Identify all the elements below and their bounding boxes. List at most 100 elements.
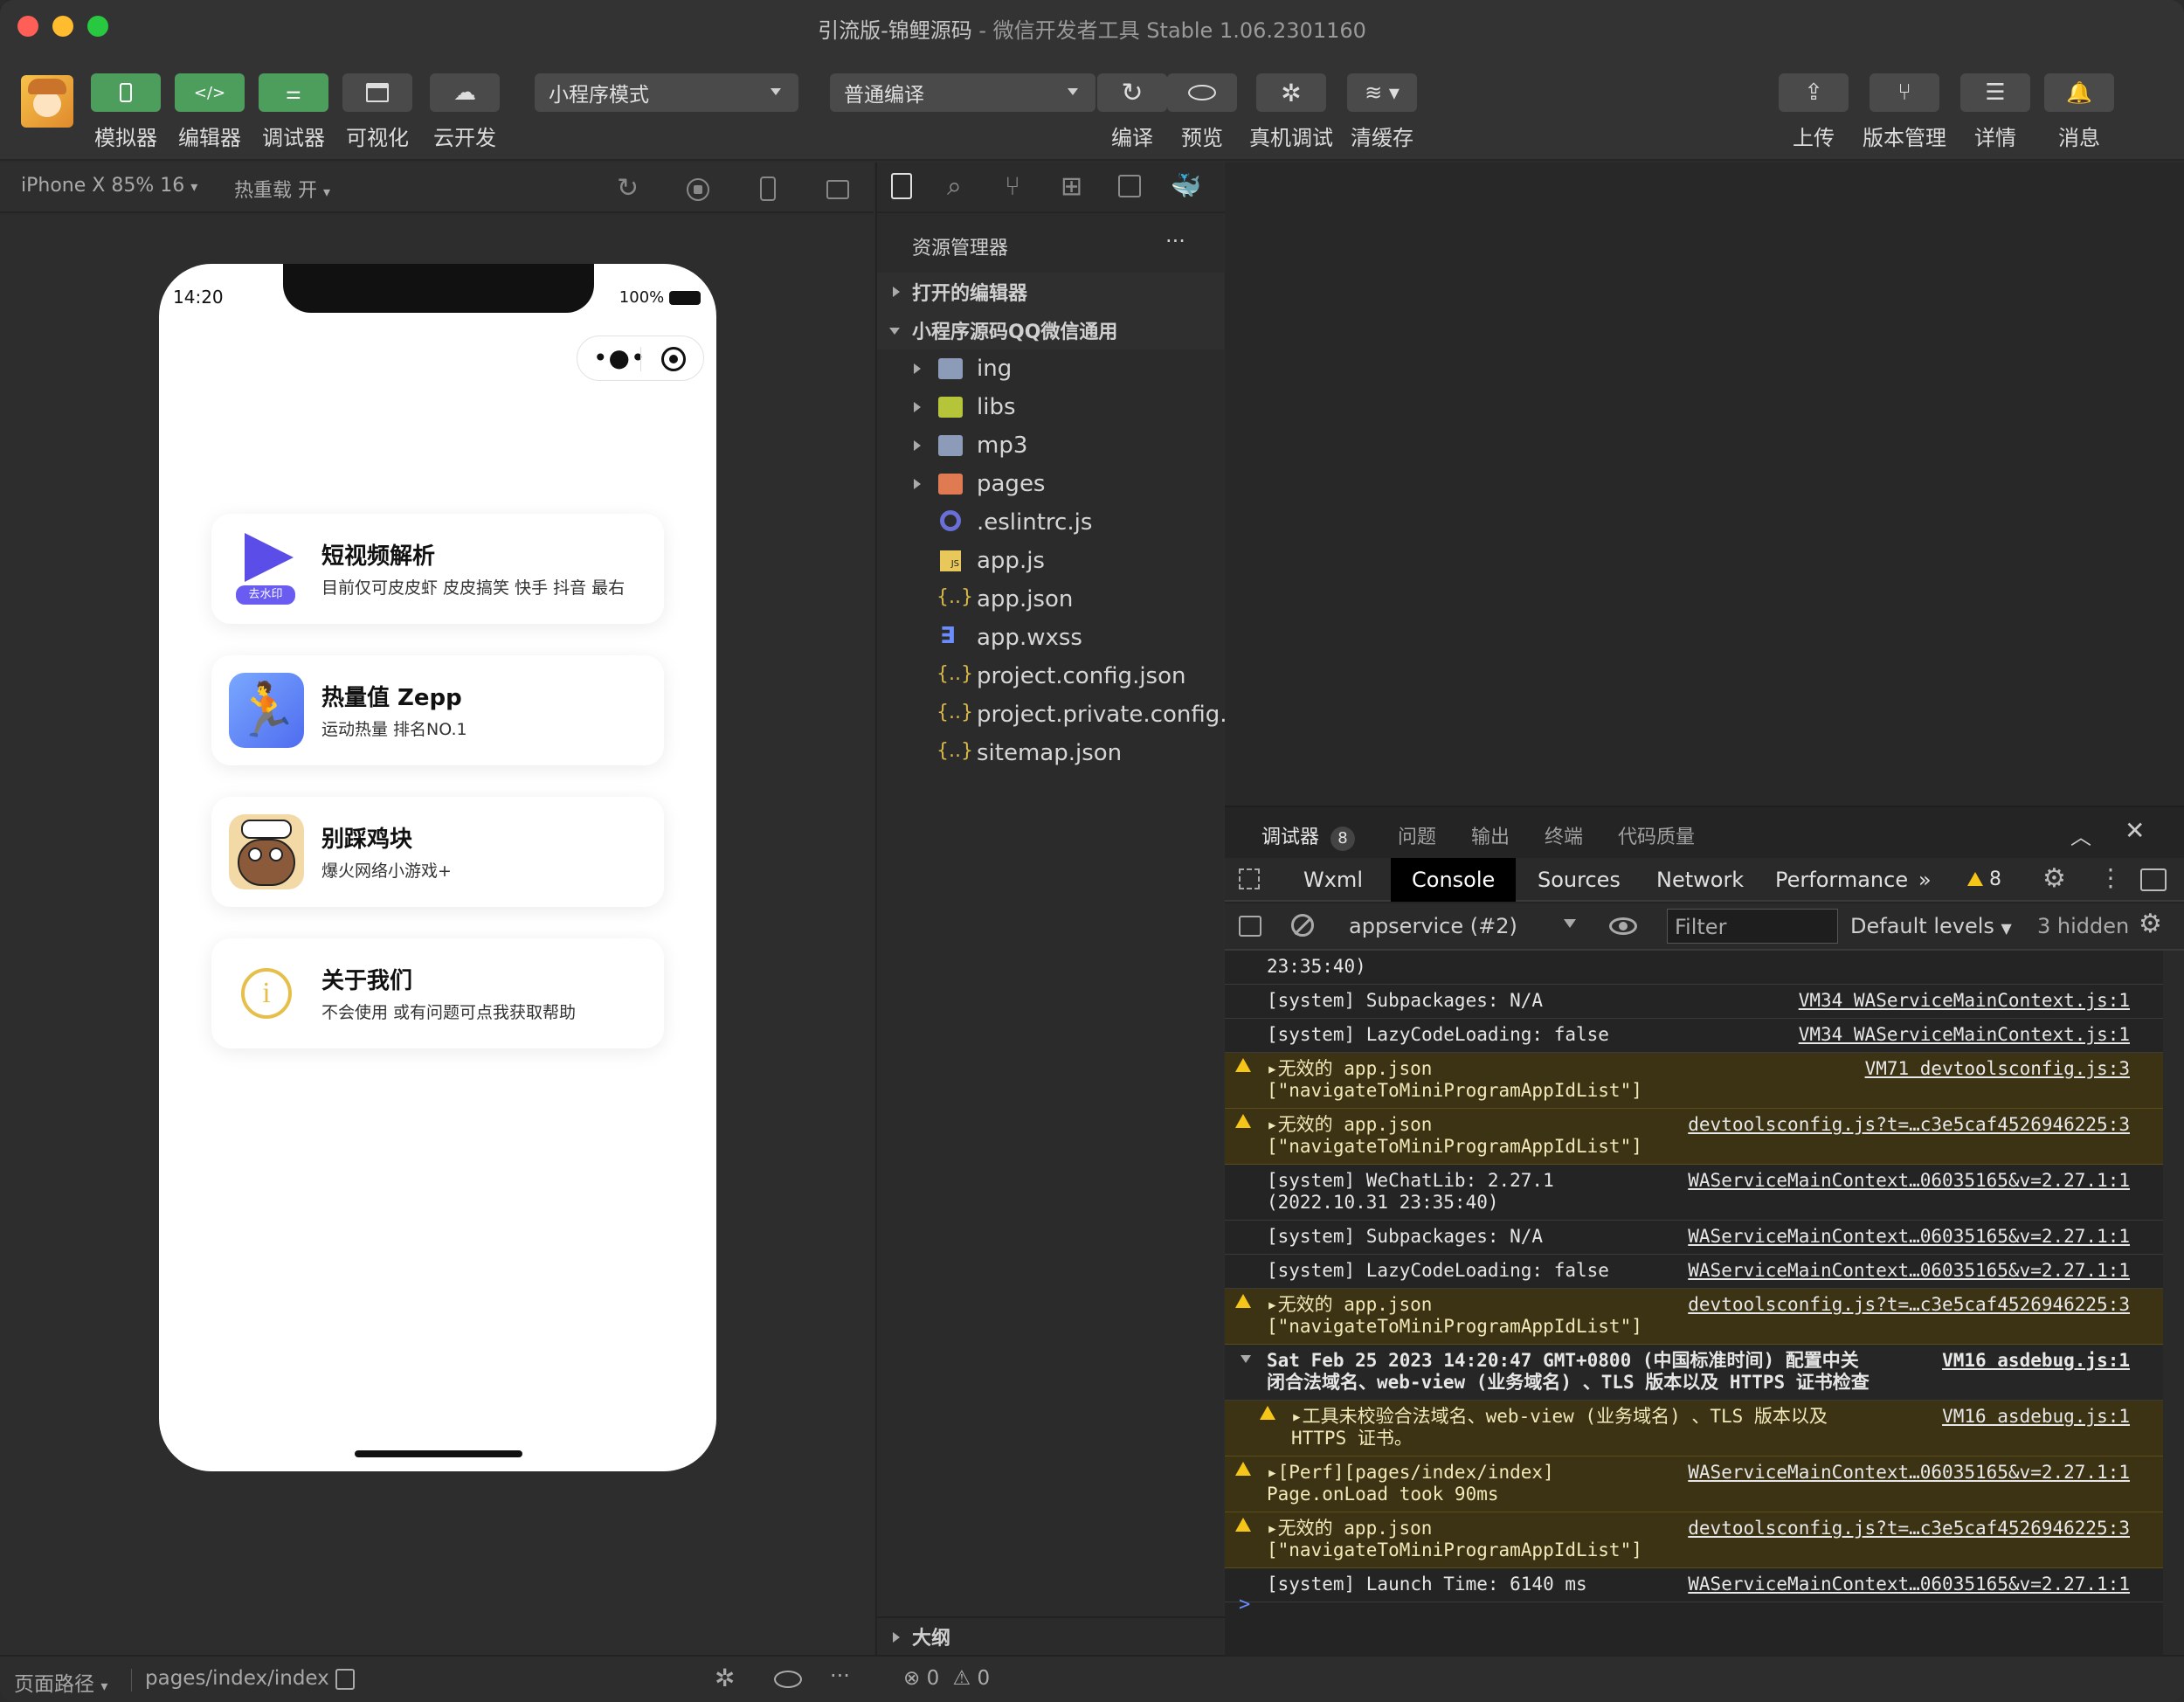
minimize-window-button[interactable] bbox=[52, 16, 73, 37]
console-log-row[interactable]: ▸无效的 app.json ["navigateToMiniProgramApp… bbox=[1225, 1512, 2163, 1568]
log-source-link[interactable]: WAServiceMainContext…06035165&v=2.27.1:1 bbox=[1688, 1574, 2130, 1595]
problems-summary[interactable]: ⊗ 0 ⚠ 0 bbox=[903, 1667, 990, 1690]
close-window-button[interactable] bbox=[17, 16, 38, 37]
extensions-icon[interactable]: ⊞ bbox=[1061, 171, 1082, 202]
git-icon[interactable]: ⑂ bbox=[1005, 171, 1020, 202]
docker-icon[interactable]: 🐳 bbox=[1171, 171, 1201, 200]
file-tree-item[interactable]: ing bbox=[877, 349, 1225, 388]
log-source-link[interactable]: WAServiceMainContext…06035165&v=2.27.1:1 bbox=[1688, 1170, 2130, 1192]
console-log-row[interactable]: [system] LazyCodeLoading: false VM34 WASe… bbox=[1225, 1019, 2163, 1053]
device-select[interactable]: iPhone X 85% 16 ▾ bbox=[21, 175, 197, 197]
filter-input[interactable]: Filter bbox=[1667, 909, 1838, 944]
dock-icon[interactable] bbox=[2140, 868, 2167, 891]
file-tree-item[interactable]: pages bbox=[877, 465, 1225, 503]
levels-select[interactable]: Default levels ▼ bbox=[1850, 914, 2012, 938]
kebab-menu-icon[interactable]: ⋮ bbox=[2098, 863, 2123, 892]
file-tree-item[interactable]: {..} project.private.config... bbox=[877, 695, 1241, 734]
console-prompt[interactable]: > bbox=[1239, 1594, 1250, 1616]
log-source-link[interactable]: WAServiceMainContext…06035165&v=2.27.1:1 bbox=[1688, 1260, 2130, 1282]
card-zepp[interactable]: 🏃 热量值 Zepp 运动热量 排名NO.1 bbox=[211, 655, 664, 765]
console-log-row[interactable]: ▸无效的 app.json ["navigateToMiniProgramApp… bbox=[1225, 1109, 2163, 1165]
details-button[interactable]: ☰ bbox=[1960, 73, 2030, 112]
console-log-row[interactable]: Sat Feb 25 2023 14:20:47 GMT+0800 (中国标准时… bbox=[1225, 1345, 2163, 1401]
messages-button[interactable]: 🔔 bbox=[2044, 73, 2114, 112]
upload-button[interactable]: ⇪ bbox=[1779, 73, 1849, 112]
route-select[interactable]: 页面路径 ▾ bbox=[14, 1667, 107, 1697]
console-log-row[interactable]: ▸无效的 app.json ["navigateToMiniProgramApp… bbox=[1225, 1289, 2163, 1345]
console-log-row[interactable]: ▸工具未校验合法域名、web-view (业务域名) 、TLS 版本以及 HTT… bbox=[1225, 1401, 2163, 1456]
tab-console[interactable]: Console bbox=[1391, 858, 1517, 902]
clear-cache-button[interactable]: ≋ ▾ bbox=[1347, 73, 1417, 112]
log-source-link[interactable]: WAServiceMainContext…06035165&v=2.27.1:1 bbox=[1688, 1462, 2130, 1484]
file-tree-item[interactable]: ∃ app.wxss bbox=[877, 619, 1225, 657]
eye-icon[interactable] bbox=[774, 1671, 802, 1688]
search-icon[interactable]: ⌕ bbox=[947, 171, 962, 202]
chevron-up-icon[interactable]: ︿ bbox=[2070, 820, 2091, 850]
console-log-row[interactable]: [system] LazyCodeLoading: false WAService… bbox=[1225, 1255, 2163, 1289]
file-tree-item[interactable]: {..} sitemap.json bbox=[877, 734, 1225, 772]
console-log-row[interactable]: ▸[Perf][pages/index/index] Page.onLoad t… bbox=[1225, 1456, 2163, 1512]
editor-area[interactable] bbox=[1225, 163, 2184, 806]
console-log-row[interactable]: [system] Launch Time: 6140 ms WAServiceMa… bbox=[1225, 1568, 2163, 1602]
console-log-row[interactable]: [system] Subpackages: N/A WAServiceMainCo… bbox=[1225, 1221, 2163, 1255]
save-icon[interactable] bbox=[1118, 175, 1141, 197]
tab-wxml[interactable]: Wxml bbox=[1282, 858, 1384, 902]
visual-toggle-button[interactable] bbox=[342, 73, 412, 112]
outline-section[interactable]: 大纲 bbox=[877, 1616, 1225, 1655]
card-chicken-game[interactable]: 别踩鸡块 爆火网络小游戏+ bbox=[211, 797, 664, 907]
hot-reload-select[interactable]: 热重载 开 ▾ bbox=[234, 175, 330, 203]
inspect-icon[interactable] bbox=[1239, 868, 1260, 889]
tab-terminal[interactable]: 终端 bbox=[1545, 821, 1583, 849]
copy-icon[interactable] bbox=[335, 1669, 355, 1690]
explorer-more-button[interactable]: ··· bbox=[1165, 229, 1185, 253]
debugger-toggle-button[interactable]: ⚌ bbox=[259, 73, 328, 112]
more-dots-icon[interactable]: •●• bbox=[593, 343, 646, 372]
file-tree-item[interactable]: mp3 bbox=[877, 426, 1225, 465]
log-source-link[interactable]: WAServiceMainContext…06035165&v=2.27.1:1 bbox=[1688, 1226, 2130, 1248]
warning-counter[interactable]: 8 bbox=[1967, 868, 2001, 890]
console-log-row[interactable]: [system] WeChatLib: 2.27.1 (2022.10.31 2… bbox=[1225, 1165, 2163, 1221]
open-editors-section[interactable]: 打开的编辑器 bbox=[877, 273, 1225, 311]
file-tree-item[interactable]: libs bbox=[877, 388, 1225, 426]
console-settings-icon[interactable]: ⚙ bbox=[2139, 909, 2162, 939]
project-section[interactable]: 小程序源码QQ微信通用 bbox=[877, 311, 1225, 349]
tab-performance[interactable]: Performance bbox=[1754, 858, 1929, 902]
simulator-toggle-button[interactable] bbox=[91, 73, 161, 112]
stop-icon[interactable] bbox=[687, 178, 709, 201]
mode-select[interactable]: 小程序模式 bbox=[535, 73, 798, 112]
console-log-row[interactable]: 23:35:40) bbox=[1225, 951, 2163, 985]
close-icon[interactable]: ✕ bbox=[2125, 816, 2145, 845]
detach-window-icon[interactable] bbox=[826, 180, 849, 199]
phone-mode-icon[interactable] bbox=[760, 176, 776, 201]
file-tree-item[interactable]: {..} project.config.json bbox=[877, 657, 1225, 695]
log-source-link[interactable]: VM34 WAServiceMainContext.js:1 bbox=[1799, 990, 2130, 1012]
editor-toggle-button[interactable]: </> bbox=[175, 73, 245, 112]
card-video-parse[interactable]: 去水印 短视频解析 目前仅可皮皮虾 皮皮搞笑 快手 抖音 最右 bbox=[211, 514, 664, 624]
tab-debugger[interactable]: 调试器 8 bbox=[1261, 821, 1356, 860]
close-miniprogram-icon[interactable] bbox=[661, 347, 686, 371]
maximize-window-button[interactable] bbox=[87, 16, 108, 37]
version-control-button[interactable]: ⑂ bbox=[1870, 73, 1939, 112]
tab-sources[interactable]: Sources bbox=[1517, 858, 1641, 902]
bug-icon[interactable]: ✲ bbox=[715, 1664, 735, 1692]
more-icon[interactable]: ··· bbox=[830, 1664, 850, 1688]
card-about-us[interactable]: i 关于我们 不会使用 或有问题可点我获取帮助 bbox=[211, 938, 664, 1048]
more-tabs-button[interactable]: » bbox=[1918, 858, 1932, 902]
sidebar-toggle-icon[interactable] bbox=[1239, 916, 1261, 937]
compile-mode-select[interactable]: 普通编译 bbox=[830, 73, 1095, 112]
clear-console-icon[interactable] bbox=[1291, 914, 1314, 937]
console-log-row[interactable]: [system] Subpackages: N/A VM34 WAServiceM… bbox=[1225, 985, 2163, 1019]
files-icon[interactable] bbox=[891, 173, 912, 199]
preview-button[interactable] bbox=[1167, 73, 1237, 112]
log-source-link[interactable]: VM71 devtoolsconfig.js:3 bbox=[1865, 1058, 2130, 1080]
live-expression-eye-icon[interactable] bbox=[1609, 917, 1637, 935]
file-tree-item[interactable]: {..} app.json bbox=[877, 580, 1225, 619]
cloud-dev-button[interactable]: ☁ bbox=[430, 73, 500, 112]
log-source-link[interactable]: VM16 asdebug.js:1 bbox=[1942, 1406, 2130, 1428]
console-scrollbar[interactable] bbox=[2163, 951, 2184, 1657]
rotate-icon[interactable]: ↻ bbox=[617, 173, 639, 204]
log-source-link[interactable]: VM16 asdebug.js:1 bbox=[1942, 1350, 2130, 1372]
log-source-link[interactable]: devtoolsconfig.js?t=…c3e5caf4526946225:3 bbox=[1688, 1518, 2130, 1539]
log-source-link[interactable]: devtoolsconfig.js?t=…c3e5caf4526946225:3 bbox=[1688, 1294, 2130, 1316]
settings-icon[interactable]: ⚙ bbox=[2042, 863, 2066, 894]
